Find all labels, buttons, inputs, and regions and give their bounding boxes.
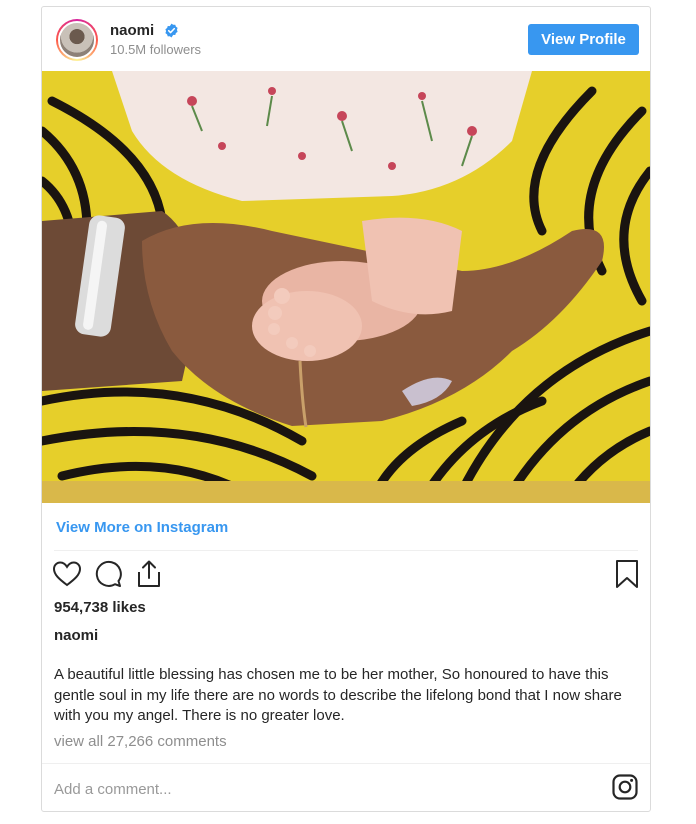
- heart-icon[interactable]: [52, 559, 82, 589]
- action-bar: [42, 559, 650, 595]
- comment-bubble-icon[interactable]: [93, 559, 123, 589]
- verified-badge-icon: [165, 23, 178, 38]
- view-more-on-instagram-link[interactable]: View More on Instagram: [56, 519, 228, 536]
- add-comment-input[interactable]: [54, 777, 594, 801]
- photo-illustration: [42, 71, 650, 503]
- view-all-comments-link[interactable]: view all 27,266 comments: [54, 733, 227, 750]
- view-profile-button[interactable]: View Profile: [528, 24, 639, 55]
- instagram-embed-card: naomi 10.5M followers View Profile View …: [41, 6, 651, 812]
- like-count[interactable]: 954,738 likes: [54, 599, 146, 616]
- follower-count: 10.5M followers: [110, 42, 202, 57]
- caption-text: A beautiful little blessing has chosen m…: [54, 666, 622, 724]
- post-header: naomi 10.5M followers View Profile: [42, 7, 650, 71]
- share-icon[interactable]: [134, 559, 164, 589]
- divider: [42, 763, 650, 764]
- avatar[interactable]: [56, 19, 98, 61]
- divider: [54, 550, 638, 551]
- instagram-logo-icon[interactable]: [612, 774, 638, 800]
- caption-username[interactable]: naomi: [54, 627, 98, 644]
- username[interactable]: naomi: [110, 22, 154, 39]
- avatar-image: [58, 21, 96, 59]
- bookmark-icon[interactable]: [612, 559, 642, 589]
- post-photo[interactable]: [42, 71, 650, 503]
